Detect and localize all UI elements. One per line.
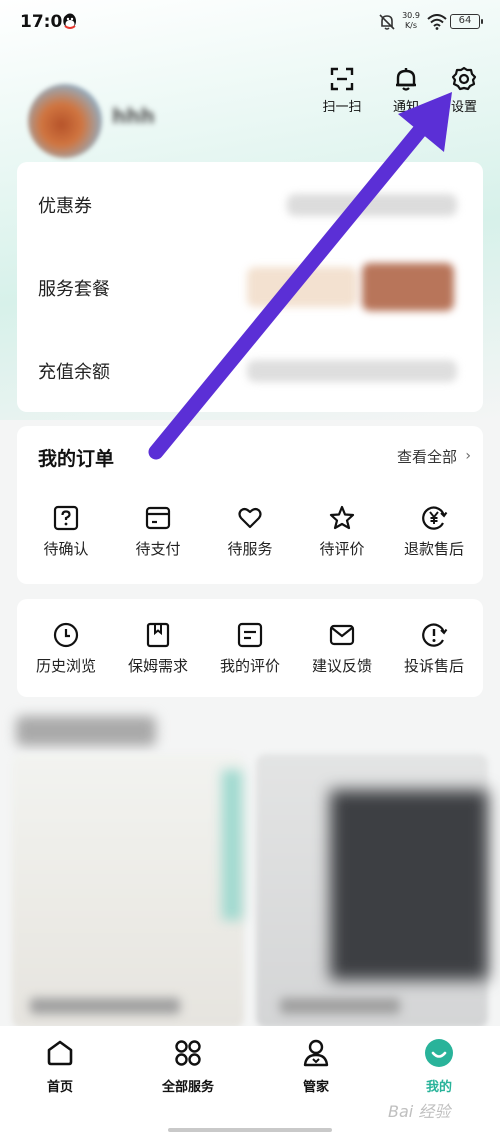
home-icon (47, 1040, 73, 1066)
service-package-banner-blurred (247, 267, 357, 307)
coupon-row[interactable]: 优惠券 (17, 162, 483, 245)
notification-off-icon (379, 14, 395, 30)
service-package-image-blurred (362, 263, 454, 311)
bottom-nav: 首页 全部服务 管家 我的 (0, 1026, 500, 1140)
bookmark-icon (146, 622, 170, 648)
card-icon (145, 506, 171, 530)
balance-row[interactable]: 充值余额 (17, 328, 483, 411)
my-reviews-button[interactable]: 我的评价 (205, 621, 295, 676)
order-pending-payment[interactable]: 待支付 (113, 504, 203, 559)
service-package-label: 服务套餐 (38, 279, 110, 300)
coupon-value-blurred (287, 194, 457, 216)
feedback-label: 建议反馈 (311, 657, 372, 675)
network-speed-value: 30.9 (402, 11, 420, 20)
orders-title: 我的订单 (38, 448, 115, 470)
notification-label: 通知 (392, 100, 419, 115)
review-icon (237, 622, 263, 648)
clock-icon (53, 622, 79, 648)
history-button[interactable]: 历史浏览 (21, 621, 111, 676)
recommendation-caption-left-blurred (30, 998, 180, 1014)
mail-icon (329, 624, 355, 646)
gear-icon (451, 66, 477, 91)
order-refund-label: 退款售后 (403, 540, 464, 558)
order-status-row: 待确认 待支付 待服务 待评价 退款售后 (17, 504, 483, 559)
smile-icon (425, 1039, 453, 1067)
history-label: 历史浏览 (35, 657, 96, 675)
question-box-icon (53, 505, 79, 531)
bell-icon (396, 68, 416, 91)
order-refund[interactable]: 退款售后 (389, 504, 479, 559)
heart-icon (238, 507, 262, 529)
refund-yen-icon (422, 506, 448, 530)
nav-mine[interactable]: 我的 (389, 1038, 489, 1095)
qq-icon (64, 13, 76, 29)
network-speed-unit: K/s (404, 21, 418, 30)
person-icon (303, 1039, 329, 1067)
status-bar: 17:06 30.9 K/s 64 (0, 0, 500, 46)
settings-label: 设置 (450, 100, 477, 115)
settings-button[interactable]: 设置 (438, 66, 490, 115)
order-pending-review-label: 待评价 (319, 540, 365, 558)
order-pending-confirm-label: 待确认 (43, 540, 89, 558)
home-indicator (168, 1128, 332, 1132)
recommendation-card-left[interactable] (12, 754, 244, 1028)
coupon-label: 优惠券 (38, 196, 92, 217)
my-reviews-label: 我的评价 (219, 657, 280, 675)
complaint-icon (422, 623, 448, 647)
tools-card: 历史浏览 保姆需求 我的评价 建议反馈 投诉售后 (17, 599, 483, 697)
balance-label: 充值余额 (38, 362, 110, 383)
battery-indicator: 64 (450, 14, 483, 29)
avatar[interactable] (28, 84, 102, 158)
grid-icon (175, 1040, 201, 1066)
nanny-demand-button[interactable]: 保姆需求 (113, 621, 203, 676)
nav-home[interactable]: 首页 (10, 1038, 110, 1095)
order-pending-review[interactable]: 待评价 (297, 504, 387, 559)
chevron-right-icon: › (465, 448, 471, 464)
recommendation-card-left-accent (222, 770, 242, 920)
order-pending-confirm[interactable]: 待确认 (21, 504, 111, 559)
balance-value-blurred (247, 360, 457, 382)
watermark: Bai 经验 (388, 1102, 451, 1121)
recommendation-card-right-image (330, 790, 488, 980)
nanny-demand-label: 保姆需求 (127, 657, 188, 675)
nav-home-label: 首页 (46, 1080, 73, 1095)
tools-row: 历史浏览 保姆需求 我的评价 建议反馈 投诉售后 (17, 621, 483, 676)
order-pending-service[interactable]: 待服务 (205, 504, 295, 559)
nav-all-services[interactable]: 全部服务 (138, 1038, 238, 1095)
scan-label: 扫一扫 (322, 100, 362, 115)
complaint-label: 投诉售后 (403, 657, 464, 675)
view-all-orders-link[interactable]: 查看全部 (397, 446, 457, 467)
network-speed: 30.9 K/s (400, 11, 422, 31)
nav-all-services-label: 全部服务 (161, 1080, 214, 1095)
notification-button[interactable]: 通知 (380, 66, 432, 115)
star-icon (329, 505, 355, 530)
recommendation-caption-right-blurred (280, 998, 400, 1014)
service-package-row[interactable]: 服务套餐 (17, 245, 483, 328)
order-pending-payment-label: 待支付 (135, 540, 181, 558)
nav-butler[interactable]: 管家 (266, 1038, 366, 1095)
recommendation-title-blurred (16, 716, 156, 746)
username[interactable]: hhh (112, 104, 155, 128)
nav-butler-label: 管家 (302, 1080, 329, 1095)
wallet-card: 优惠券 服务套餐 充值余额 (17, 162, 483, 412)
feedback-button[interactable]: 建议反馈 (297, 621, 387, 676)
nav-mine-label: 我的 (425, 1080, 452, 1095)
orders-card: 我的订单 查看全部 › 待确认 待支付 待服务 待评价 退款售后 (17, 426, 483, 584)
scan-button[interactable]: 扫一扫 (316, 66, 368, 115)
order-pending-service-label: 待服务 (227, 540, 273, 558)
complaint-button[interactable]: 投诉售后 (389, 621, 479, 676)
wifi-icon (427, 14, 447, 30)
scan-icon (330, 67, 354, 91)
